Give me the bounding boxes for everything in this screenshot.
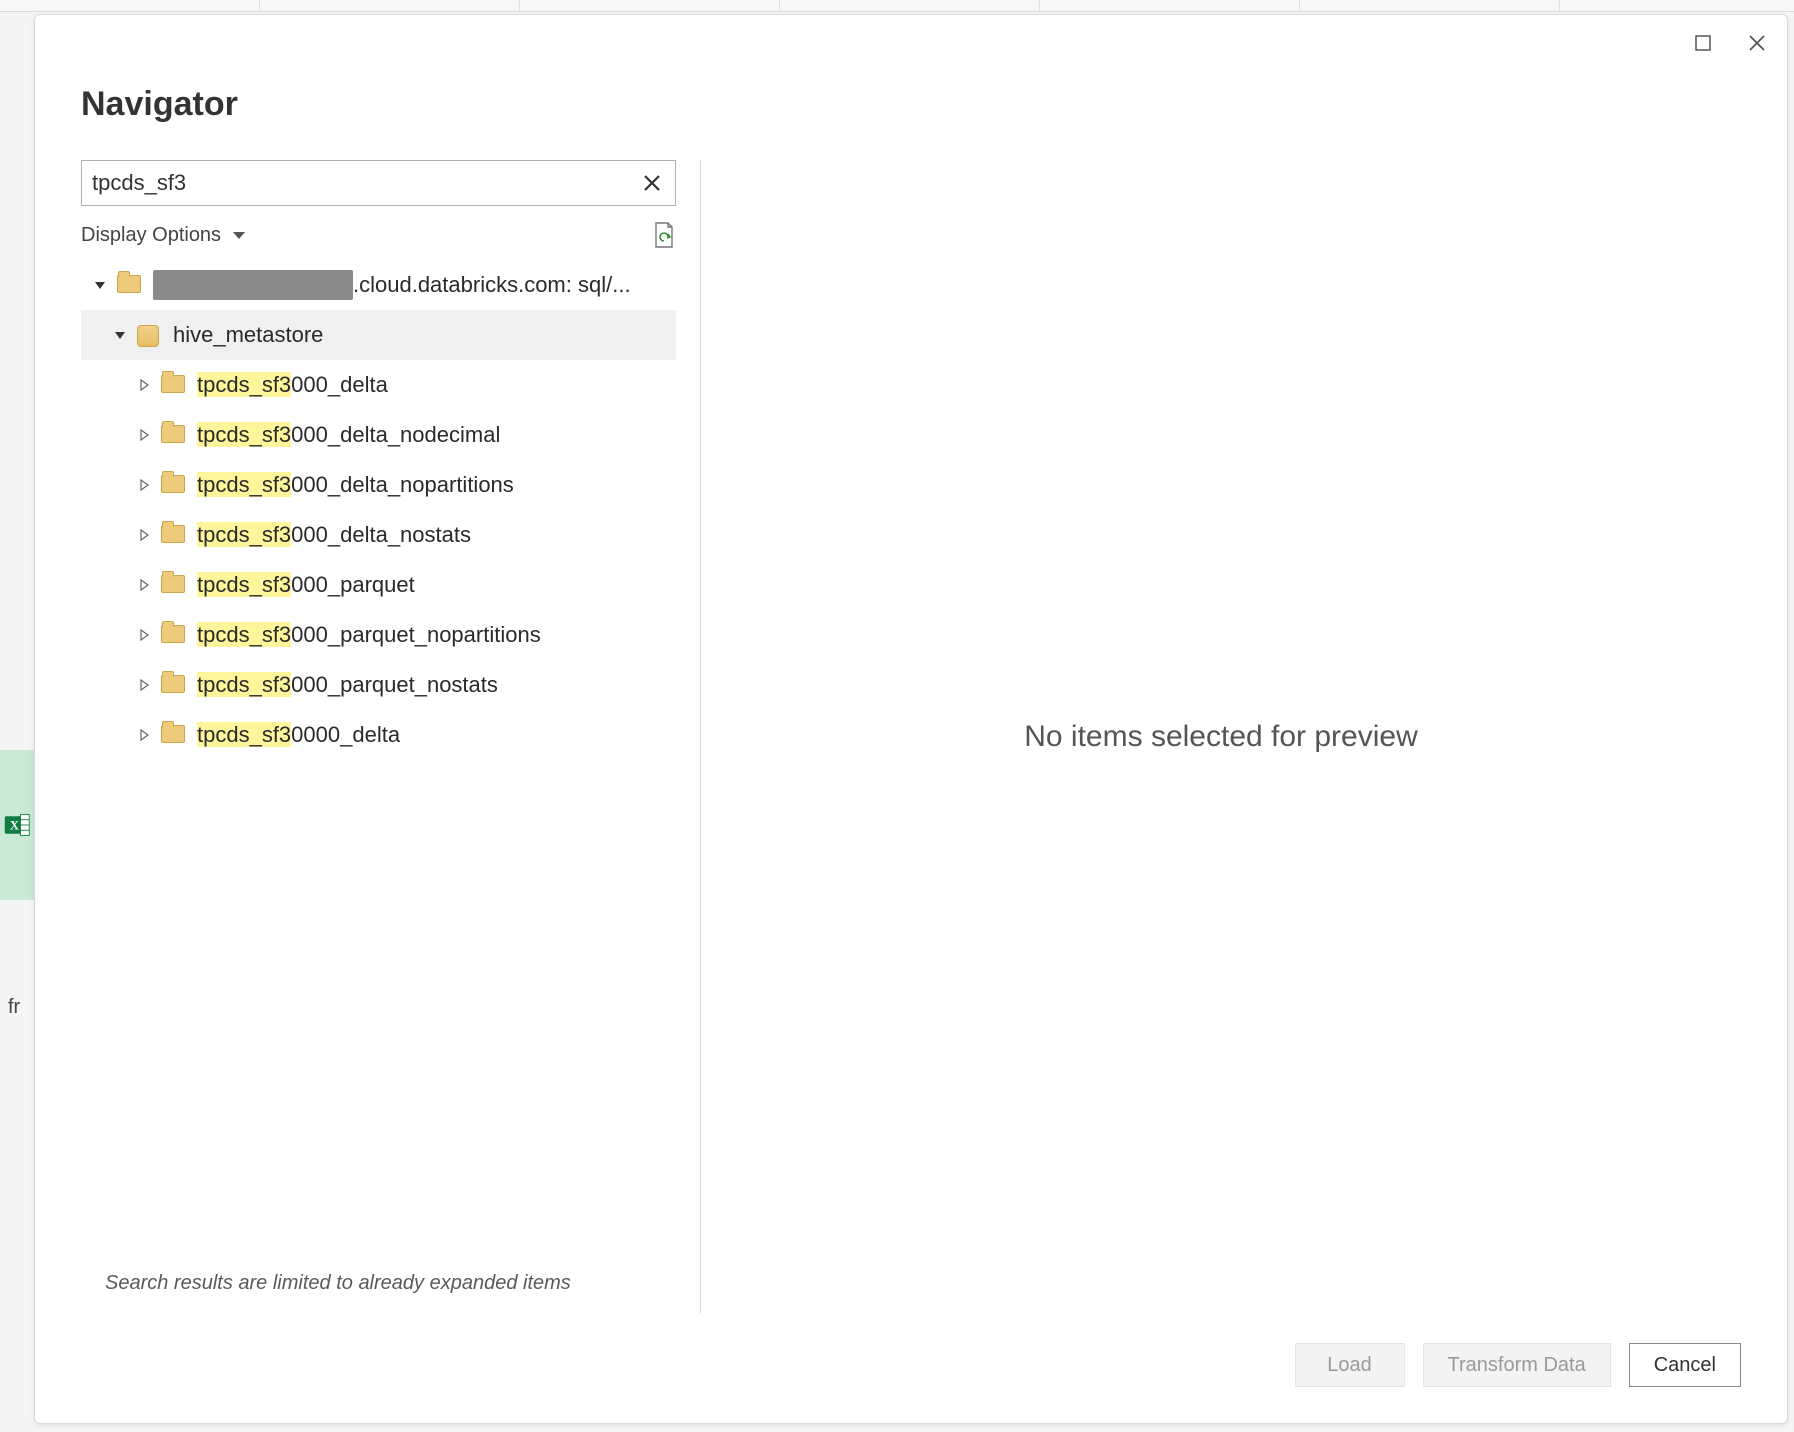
folder-icon [117,275,141,295]
schema-label: tpcds_sf3000_delta_nodecimal [197,422,500,448]
collapse-toggle[interactable] [91,276,109,294]
triangle-right-icon [138,529,150,541]
tree-node-schema[interactable]: tpcds_sf3000_delta_nopartitions [81,460,676,510]
search-input[interactable] [92,170,639,196]
expand-toggle[interactable] [135,476,153,494]
folder-icon [161,625,185,645]
refresh-button[interactable] [652,221,676,249]
triangle-down-icon [114,329,126,341]
schema-label: tpcds_sf3000_parquet_nopartitions [197,622,541,648]
refresh-page-icon [652,221,676,249]
expand-toggle[interactable] [135,576,153,594]
folder-icon [161,725,185,745]
tree-node-schema[interactable]: tpcds_sf3000_delta_nostats [81,510,676,560]
triangle-right-icon [138,429,150,441]
triangle-right-icon [138,729,150,741]
folder-icon [161,375,185,395]
schema-label: tpcds_sf3000_delta_nostats [197,522,471,548]
tree-node-schema[interactable]: tpcds_sf3000_parquet_nopartitions [81,610,676,660]
svg-text:X: X [10,818,19,832]
triangle-right-icon [138,379,150,391]
load-button[interactable]: Load [1295,1343,1405,1387]
schema-label: tpcds_sf3000_parquet_nostats [197,672,498,698]
excel-badge: X [0,750,34,900]
redacted-host [153,270,353,300]
metastore-label: hive_metastore [173,322,323,348]
load-label: Load [1327,1354,1372,1377]
schema-label: tpcds_sf3000_delta [197,372,388,398]
close-icon [1747,33,1767,53]
background-ribbon [0,0,1794,12]
expand-toggle[interactable] [135,676,153,694]
cancel-button[interactable]: Cancel [1629,1343,1741,1387]
restore-window-button[interactable] [1689,29,1717,57]
folder-icon [161,525,185,545]
restore-icon [1694,34,1712,52]
folder-icon [161,675,185,695]
search-hint: Search results are limited to already ex… [81,1256,676,1313]
folder-icon [161,575,185,595]
clear-search-button[interactable] [639,170,665,196]
expand-toggle[interactable] [135,426,153,444]
schema-label: tpcds_sf3000_parquet [197,572,415,598]
preview-pane: No items selected for preview [701,160,1741,1313]
triangle-right-icon [138,679,150,691]
expand-toggle[interactable] [135,726,153,744]
tree-node-connection[interactable]: .cloud.databricks.com: sql/... [81,260,676,310]
x-icon [643,174,661,192]
triangle-right-icon [138,629,150,641]
empty-preview-message: No items selected for preview [1024,720,1418,754]
collapse-toggle[interactable] [111,326,129,344]
expand-toggle[interactable] [135,376,153,394]
folder-icon [161,475,185,495]
tree-node-schema[interactable]: tpcds_sf3000_parquet_nostats [81,660,676,710]
tree-node-schema[interactable]: tpcds_sf3000_delta_nodecimal [81,410,676,460]
expand-toggle[interactable] [135,626,153,644]
display-options-button[interactable]: Display Options [81,224,245,247]
tree-node-schema[interactable]: tpcds_sf3000_delta [81,360,676,410]
tree-node-metastore[interactable]: hive_metastore [81,310,676,360]
close-window-button[interactable] [1743,29,1771,57]
chevron-down-icon [233,232,245,239]
folder-icon [161,425,185,445]
triangle-right-icon [138,579,150,591]
schema-label: tpcds_sf30000_delta [197,722,400,748]
connection-suffix: .cloud.databricks.com: sql/... [353,272,631,298]
transform-label: Transform Data [1448,1354,1586,1377]
navigator-dialog: Navigator Display Options [34,14,1788,1424]
triangle-right-icon [138,479,150,491]
background-text-fr: fr [8,996,20,1019]
excel-icon: X [3,811,31,839]
cancel-label: Cancel [1654,1354,1716,1377]
triangle-down-icon [94,279,106,291]
display-options-label: Display Options [81,224,221,247]
transform-data-button[interactable]: Transform Data [1423,1343,1611,1387]
left-pane: Display Options [81,160,701,1313]
tree-node-schema[interactable]: tpcds_sf30000_delta [81,710,676,760]
search-field-wrap [81,160,676,206]
tree-view[interactable]: .cloud.databricks.com: sql/... hive_meta… [81,260,676,1256]
tree-node-schema[interactable]: tpcds_sf3000_parquet [81,560,676,610]
expand-toggle[interactable] [135,526,153,544]
database-icon [137,325,161,345]
dialog-title: Navigator [81,85,1741,124]
schema-label: tpcds_sf3000_delta_nopartitions [197,472,514,498]
